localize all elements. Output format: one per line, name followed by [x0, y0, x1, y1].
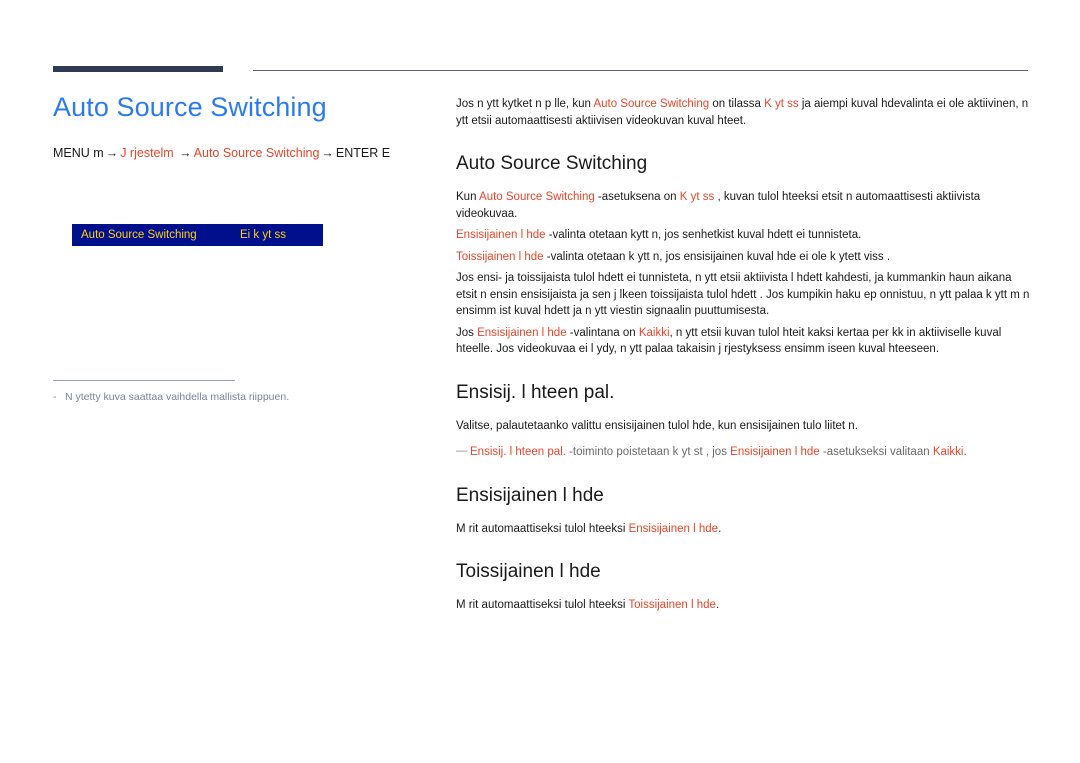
- paragraph-text: Kun: [456, 191, 480, 203]
- section-heading: Ensisij. l hteen pal.: [456, 381, 615, 403]
- intro-text-1: Jos n ytt kytket n p lle, kun: [456, 98, 594, 110]
- footnote-dash: -: [53, 391, 57, 403]
- sections-container: Auto Source Switching Kun Auto Source Swi…: [456, 151, 1034, 614]
- section-paragraph: Jos ensi- ja toissijaista tulol hdett ei…: [456, 270, 1034, 320]
- highlighted-term: Kaikki: [932, 446, 964, 458]
- highlighted-term: Ensisijainen l hde: [730, 446, 820, 458]
- section-paragraph: M rit automaattiseksi tulol hteeksi Ensi…: [456, 521, 1034, 538]
- paragraph-text: -valinta otetaan kytt n, jos senhetkist …: [545, 229, 862, 241]
- paragraph-text: M rit automaattiseksi tulol hteeksi: [456, 599, 629, 611]
- intro-paragraph: Jos n ytt kytket n p lle, kun Auto Sourc…: [456, 96, 1034, 129]
- document-page: Auto Source Switching MENU m → J rjestelm …: [0, 0, 1080, 763]
- section: Ensisij. l hteen pal. Valitse, palautetaa…: [456, 380, 1034, 461]
- menu-path-arrow-2: →: [179, 146, 192, 160]
- paragraph-text: -valintana on: [566, 326, 639, 339]
- note-text: .: [963, 446, 967, 458]
- highlighted-term: Ensisij. l hteen pal.: [470, 446, 566, 458]
- paragraph-text: Valitse, palautetaanko valittu ensisijai…: [456, 419, 858, 432]
- section-heading: Ensisijainen l hde: [456, 484, 604, 506]
- section: Toissijainen l hde M rit automaattiseksi …: [456, 559, 1034, 614]
- highlighted-term: Toissijainen l hde: [456, 250, 544, 263]
- note-text: -asetukseksi valitaan: [819, 446, 933, 458]
- highlighted-term: Ensisijainen l hde: [477, 326, 567, 339]
- note-dash-icon: —: [456, 445, 468, 457]
- footnote: -N ytetty kuva saattaa vaihdella mallist…: [53, 380, 383, 405]
- section-heading: Auto Source Switching: [456, 153, 648, 174]
- section: Ensisijainen l hde M rit automaattiseksi …: [456, 483, 1034, 538]
- section: Auto Source Switching Kun Auto Source Swi…: [456, 151, 1034, 358]
- right-column: Jos n ytt kytket n p lle, kun Auto Sourc…: [456, 96, 1034, 614]
- footnote-text: -N ytetty kuva saattaa vaihdella mallist…: [53, 390, 383, 405]
- paragraph-text: -valinta otetaan k ytt n, jos ensisijain…: [543, 250, 891, 263]
- left-column: Auto Source Switching MENU m → J rjestelm …: [53, 90, 413, 162]
- section-paragraph: Toissijainen l hde -valinta otetaan k yt…: [456, 249, 1034, 266]
- menu-path-prefix: MENU m: [53, 146, 104, 160]
- page-title: Auto Source Switching: [53, 92, 327, 122]
- paragraph-text: -asetuksena on: [594, 191, 680, 203]
- highlighted-term: K yt ss: [679, 191, 718, 203]
- footnote-divider: [53, 380, 235, 381]
- intro-accent-2: K yt ss: [764, 98, 802, 110]
- menu-path-step-1: J rjestelm: [120, 146, 178, 160]
- paragraph-text: .: [715, 599, 720, 611]
- section-paragraph: Jos Ensisijainen l hde -valintana on Kai…: [456, 325, 1034, 358]
- menu-path-suffix: ENTER E: [335, 146, 391, 160]
- header-rule-thick: [53, 66, 223, 72]
- section-paragraph: M rit automaattiseksi tulol hteeksi Tois…: [456, 597, 1034, 614]
- section-note: — Ensisij. l hteen pal. -toiminto poistet…: [456, 444, 1034, 461]
- paragraph-text: Jos: [456, 326, 478, 339]
- menu-path-step-2: Auto Source Switching: [193, 146, 320, 160]
- osd-menu-label: Auto Source Switching: [81, 229, 197, 241]
- section-heading: Toissijainen l hde: [456, 561, 601, 582]
- menu-path: MENU m → J rjestelm → Auto Source Switching…: [53, 144, 413, 162]
- menu-path-arrow-1: →: [105, 146, 119, 160]
- section-paragraph: Valitse, palautetaanko valittu ensisijai…: [456, 418, 1034, 435]
- intro-accent-1: Auto Source Switching: [593, 98, 710, 110]
- paragraph-text: .: [718, 522, 722, 535]
- paragraph-text: M rit automaattiseksi tulol hteeksi: [456, 522, 629, 535]
- header-rule-thin: [253, 70, 1028, 71]
- osd-menu-value: Ei k yt ss: [239, 229, 286, 241]
- note-text: -toiminto poistetaan k yt st , jos: [565, 446, 731, 458]
- footnote-body: N ytetty kuva saattaa vaihdella mallista…: [65, 391, 290, 403]
- highlighted-term: Ensisijainen l hde: [628, 522, 719, 535]
- intro-text-2: on tilassa: [709, 98, 765, 110]
- highlighted-term: Kaikki: [638, 326, 670, 339]
- highlighted-term: Ensisijainen l hde: [456, 229, 546, 241]
- highlighted-term: Toissijainen l hde: [628, 599, 716, 611]
- paragraph-text: Jos ensi- ja toissijaista tulol hdett ei…: [456, 272, 1030, 317]
- osd-menu-row[interactable]: Auto Source Switching Ei k yt ss: [72, 224, 323, 246]
- highlighted-term: Auto Source Switching: [479, 191, 595, 203]
- header-rules: [53, 66, 1028, 76]
- menu-path-arrow-3: →: [321, 146, 334, 160]
- section-paragraph: Ensisijainen l hde -valinta otetaan kytt…: [456, 227, 1034, 244]
- section-paragraph: Kun Auto Source Switching -asetuksena on…: [456, 189, 1034, 222]
